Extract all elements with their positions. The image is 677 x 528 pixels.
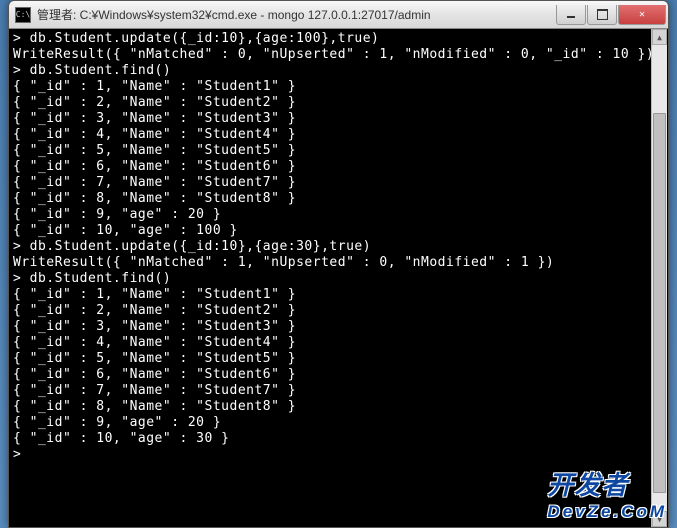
terminal-line: { "_id" : 5, "Name" : "Student5" }	[13, 143, 664, 159]
terminal-line: { "_id" : 1, "Name" : "Student1" }	[13, 79, 664, 95]
terminal-line: > db.Student.update({_id:10},{age:100},t…	[13, 31, 664, 47]
cmd-window: C:\ 管理者: C:¥Windows¥system32¥cmd.exe - m…	[8, 0, 669, 528]
terminal-line: { "_id" : 6, "Name" : "Student6" }	[13, 367, 664, 383]
terminal-line: { "_id" : 5, "Name" : "Student5" }	[13, 351, 664, 367]
cmd-icon: C:\	[15, 7, 31, 23]
terminal-line: { "_id" : 8, "Name" : "Student8" }	[13, 399, 664, 415]
close-button[interactable]	[618, 5, 666, 25]
terminal-line: { "_id" : 9, "age" : 20 }	[13, 415, 664, 431]
terminal-line: > db.Student.update({_id:10},{age:30},tr…	[13, 239, 664, 255]
terminal-line: { "_id" : 4, "Name" : "Student4" }	[13, 335, 664, 351]
scroll-up-button[interactable]: ▲	[652, 29, 667, 45]
window-title: 管理者: C:¥Windows¥system32¥cmd.exe - mongo…	[37, 6, 555, 23]
scroll-thumb[interactable]	[653, 113, 666, 493]
minimize-button[interactable]	[556, 5, 586, 25]
terminal-line: { "_id" : 1, "Name" : "Student1" }	[13, 287, 664, 303]
terminal-line: >	[13, 447, 664, 463]
terminal-line: { "_id" : 2, "Name" : "Student2" }	[13, 95, 664, 111]
terminal-line: { "_id" : 7, "Name" : "Student7" }	[13, 383, 664, 399]
titlebar[interactable]: C:\ 管理者: C:¥Windows¥system32¥cmd.exe - m…	[9, 1, 668, 29]
terminal-line: { "_id" : 3, "Name" : "Student3" }	[13, 319, 664, 335]
terminal-line: { "_id" : 6, "Name" : "Student6" }	[13, 159, 664, 175]
terminal-line: { "_id" : 2, "Name" : "Student2" }	[13, 303, 664, 319]
vertical-scrollbar[interactable]: ▲ ▼	[651, 29, 667, 527]
terminal-line: WriteResult({ "nMatched" : 1, "nUpserted…	[13, 255, 664, 271]
terminal-line: { "_id" : 7, "Name" : "Student7" }	[13, 175, 664, 191]
terminal-line: > db.Student.find()	[13, 271, 664, 287]
terminal-line: { "_id" : 4, "Name" : "Student4" }	[13, 127, 664, 143]
terminal-line: { "_id" : 10, "age" : 100 }	[13, 223, 664, 239]
terminal-line: { "_id" : 10, "age" : 30 }	[13, 431, 664, 447]
window-controls	[555, 5, 666, 25]
scroll-down-button[interactable]: ▼	[652, 511, 667, 527]
terminal-line: { "_id" : 9, "age" : 20 }	[13, 207, 664, 223]
terminal-line: { "_id" : 8, "Name" : "Student8" }	[13, 191, 664, 207]
maximize-button[interactable]	[587, 5, 617, 25]
terminal-line: { "_id" : 3, "Name" : "Student3" }	[13, 111, 664, 127]
terminal-output[interactable]: > db.Student.update({_id:10},{age:100},t…	[9, 29, 668, 527]
terminal-line: > db.Student.find()	[13, 63, 664, 79]
terminal-line: WriteResult({ "nMatched" : 0, "nUpserted…	[13, 47, 664, 63]
